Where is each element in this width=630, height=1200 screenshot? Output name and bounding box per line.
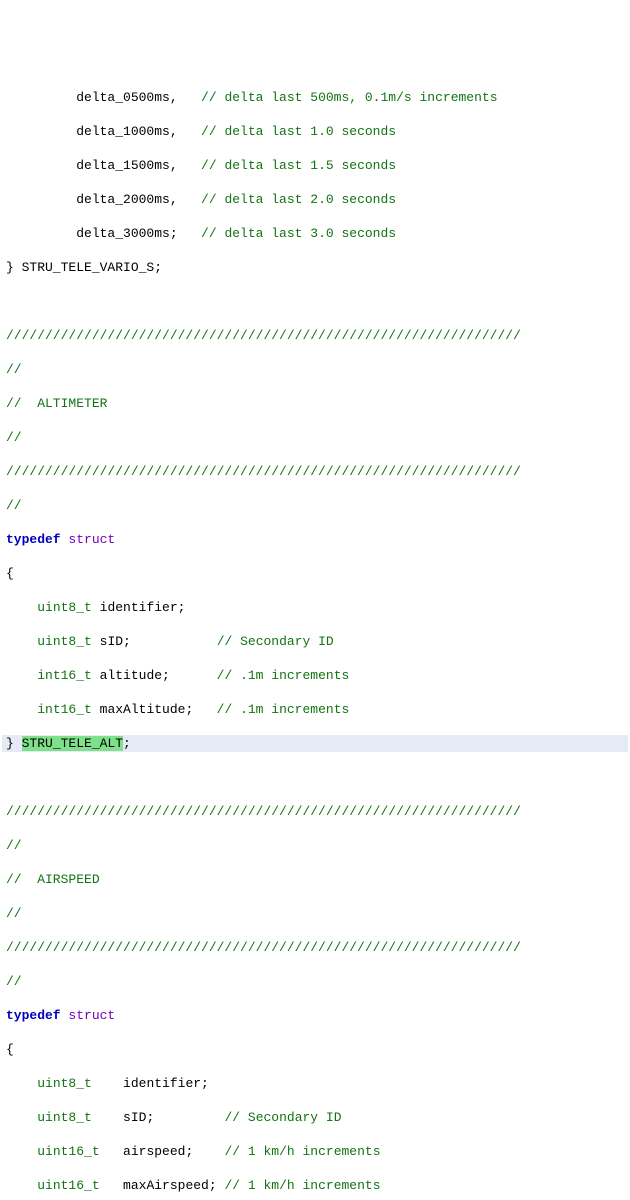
code-line: delta_1000ms, // delta last 1.0 seconds xyxy=(2,123,628,140)
selected-text: STRU_TELE_ALT xyxy=(22,736,123,751)
blank-line xyxy=(2,293,628,310)
section-title: // ALTIMETER xyxy=(2,395,628,412)
code-line: uint8_t identifier; xyxy=(2,599,628,616)
code-line: delta_3000ms; // delta last 3.0 seconds xyxy=(2,225,628,242)
code-line: uint16_t airspeed; // 1 km/h increments xyxy=(2,1143,628,1160)
code-line: { xyxy=(2,565,628,582)
code-line: delta_0500ms, // delta last 500ms, 0.1m/… xyxy=(2,89,628,106)
code-line: } STRU_TELE_VARIO_S; xyxy=(2,259,628,276)
section-title: // AIRSPEED xyxy=(2,871,628,888)
blank-line xyxy=(2,769,628,786)
code-line: uint16_t maxAirspeed; // 1 km/h incremen… xyxy=(2,1177,628,1194)
separator-line: // xyxy=(2,361,628,378)
separator-line: ////////////////////////////////////////… xyxy=(2,803,628,820)
code-line: delta_1500ms, // delta last 1.5 seconds xyxy=(2,157,628,174)
separator-line: ////////////////////////////////////////… xyxy=(2,939,628,956)
code-line: typedef struct xyxy=(2,531,628,548)
code-block: delta_0500ms, // delta last 500ms, 0.1m/… xyxy=(0,68,630,1200)
code-line: int16_t altitude; // .1m increments xyxy=(2,667,628,684)
highlighted-line: } STRU_TELE_ALT; xyxy=(2,735,628,752)
code-line: delta_2000ms, // delta last 2.0 seconds xyxy=(2,191,628,208)
code-line: uint8_t sID; // Secondary ID xyxy=(2,1109,628,1126)
separator-line: // xyxy=(2,837,628,854)
code-line: int16_t maxAltitude; // .1m increments xyxy=(2,701,628,718)
separator-line: ////////////////////////////////////////… xyxy=(2,327,628,344)
separator-line: // xyxy=(2,429,628,446)
code-line: { xyxy=(2,1041,628,1058)
separator-line: // xyxy=(2,905,628,922)
separator-line: // xyxy=(2,973,628,990)
code-line: uint8_t sID; // Secondary ID xyxy=(2,633,628,650)
code-line: uint8_t identifier; xyxy=(2,1075,628,1092)
separator-line: // xyxy=(2,497,628,514)
code-line: typedef struct xyxy=(2,1007,628,1024)
separator-line: ////////////////////////////////////////… xyxy=(2,463,628,480)
